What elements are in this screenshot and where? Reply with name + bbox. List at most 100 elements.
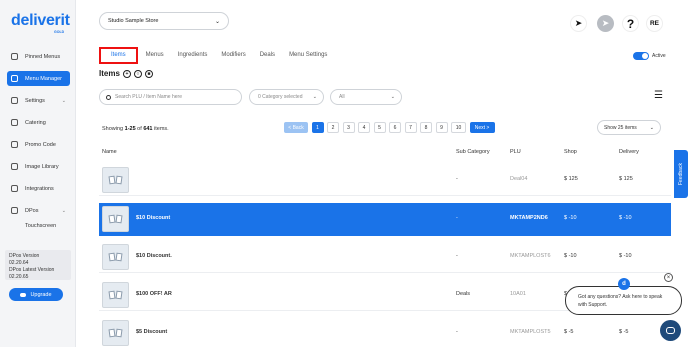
page-button[interactable]: 4 — [358, 122, 370, 133]
item-delivery-price: $ -5 — [619, 329, 629, 335]
item-sub-category: - — [456, 329, 458, 335]
integrations-icon — [11, 185, 18, 192]
chat-icon — [666, 327, 675, 334]
sidebar: deliverit GOLD Pinned Menus Menu Manager… — [0, 0, 76, 347]
summary-prefix: Showing — [102, 126, 125, 132]
upgrade-button[interactable]: Upgrade — [9, 288, 63, 301]
search-item-icon[interactable]: ○ — [133, 69, 142, 78]
catering-icon — [11, 119, 18, 126]
header-sub-category[interactable]: Sub Category — [456, 149, 490, 155]
sidebar-item-image-library[interactable]: Image Library — [7, 159, 70, 174]
pagination: < Back 1 2 3 4 5 6 7 8 9 10 Next > — [284, 122, 498, 133]
tab-deals[interactable]: Deals — [260, 47, 275, 64]
page-button[interactable]: 9 — [435, 122, 448, 133]
add-icon[interactable]: + — [122, 69, 131, 78]
page-button[interactable]: 10 — [451, 122, 466, 133]
tab-ingredients[interactable]: Ingredients — [178, 47, 208, 64]
search-input[interactable]: Search PLU / Item Name here — [99, 89, 242, 105]
back-button[interactable]: < Back — [284, 122, 308, 133]
chat-launcher-button[interactable] — [660, 320, 681, 341]
export-icon[interactable]: ■ — [144, 69, 153, 78]
item-sub-category: - — [456, 253, 458, 259]
sidebar-subitem-touchscreen[interactable]: Touchscreen — [25, 223, 56, 229]
user-avatar[interactable]: RE — [646, 15, 663, 32]
item-thumbnail — [102, 206, 129, 232]
page-button[interactable]: 6 — [389, 122, 401, 133]
sidebar-item-integrations[interactable]: Integrations — [7, 181, 70, 196]
status-value: All — [339, 94, 345, 100]
item-name: $10 Discount. — [136, 253, 172, 259]
header-shop[interactable]: Shop — [564, 149, 577, 155]
question-icon: ? — [626, 16, 635, 31]
user-initials: RE — [649, 20, 660, 27]
pin-icon — [11, 53, 18, 60]
store-selector[interactable]: Studio Sample Store ⌄ — [99, 12, 229, 30]
item-name: $100 OFF! AR — [136, 291, 172, 297]
gear-icon — [11, 97, 18, 104]
page-button[interactable]: 1 — [311, 122, 324, 133]
table-row[interactable]: $10 Discount. - MKTAMPLOST6 $ -10 $ -10 — [99, 241, 671, 273]
tab-modifiers[interactable]: Modifiers — [221, 47, 245, 64]
page-button[interactable]: 2 — [327, 122, 339, 133]
chat-message-line: Got any questions? Ask here to speak — [578, 294, 663, 300]
item-delivery-price: $ -10 — [619, 253, 632, 259]
latest-version-value: 02.20.65 — [9, 274, 29, 280]
feedback-tab[interactable]: Feedback — [674, 150, 688, 198]
item-name: $10 Discount — [136, 215, 171, 221]
tab-bar: Items Menus Ingredients Modifiers Deals … — [99, 47, 341, 64]
page-button[interactable]: 5 — [373, 122, 386, 133]
page-button[interactable]: 8 — [420, 122, 432, 133]
menu-icon — [11, 75, 18, 82]
item-plu: MKTAMPLOST6 — [510, 253, 551, 259]
chevron-down-icon: ⌄ — [312, 94, 317, 100]
search-icon — [106, 94, 111, 100]
version-label: DPos Version — [9, 253, 40, 259]
status-dropdown[interactable]: All ⌄ — [330, 89, 402, 105]
header-name[interactable]: Name — [102, 149, 117, 155]
close-icon[interactable]: × — [664, 273, 673, 282]
category-value: 0 Category selected — [258, 94, 303, 100]
page-size-value: Show 25 items — [604, 124, 637, 131]
item-shop-price: $ -5 — [564, 329, 574, 335]
item-sub-category: - — [456, 176, 458, 182]
logo: deliverit — [11, 12, 70, 29]
sidebar-item-pinned-menus[interactable]: Pinned Menus — [7, 49, 70, 64]
table-row[interactable]: $10 Discount - MKTAMP2ND6 $ -10 $ -10 — [99, 203, 671, 236]
summary-suffix: items. — [152, 126, 169, 132]
item-shop-price: $ -10 — [564, 215, 577, 221]
sidebar-item-promo-code[interactable]: Promo Code — [7, 137, 70, 152]
item-thumbnail — [102, 244, 129, 270]
summary-total: 641 — [143, 126, 153, 132]
page-button[interactable]: 3 — [342, 122, 355, 133]
page-button[interactable]: 7 — [404, 122, 417, 133]
item-thumbnail — [102, 167, 129, 193]
active-toggle[interactable] — [633, 52, 649, 60]
tab-menu-settings[interactable]: Menu Settings — [289, 47, 327, 64]
version-value: 02.20.64 — [9, 260, 29, 266]
item-name: $5 Discount — [136, 329, 168, 335]
launch-button[interactable]: ➤ — [597, 15, 614, 32]
chat-message-bubble[interactable]: Got any questions? Ask here to speak wit… — [565, 286, 682, 315]
table-row[interactable]: $5 Discount - MKTAMPLOST5 $ -5 $ -5 — [99, 317, 671, 347]
category-dropdown[interactable]: 0 Category selected ⌄ — [249, 89, 324, 105]
sidebar-item-label: DPos — [25, 207, 39, 214]
tab-items[interactable]: Items — [99, 47, 138, 64]
filter-icon[interactable]: ☰ — [654, 90, 663, 101]
next-button[interactable]: Next > — [469, 122, 495, 133]
help-button[interactable]: ? — [622, 15, 639, 32]
sidebar-item-catering[interactable]: Catering — [7, 115, 70, 130]
header-plu[interactable]: PLU — [510, 149, 521, 155]
sidebar-item-dpos[interactable]: DPos ⌄ — [7, 203, 70, 218]
search-placeholder: Search PLU / Item Name here — [115, 94, 182, 100]
tab-menus[interactable]: Menus — [146, 47, 164, 64]
item-plu: 10A01 — [510, 291, 526, 297]
item-delivery-price: $ 125 — [619, 176, 633, 182]
sidebar-item-menu-manager[interactable]: Menu Manager — [7, 71, 70, 86]
rocket-button[interactable]: ➤ — [570, 15, 587, 32]
sidebar-item-settings[interactable]: Settings ⌄ — [7, 93, 70, 108]
rocket-icon: ➤ — [601, 18, 610, 28]
table-row[interactable]: - Deal04 $ 125 $ 125 — [99, 164, 671, 196]
sidebar-item-label: Pinned Menus — [25, 53, 61, 60]
page-size-select[interactable]: Show 25 items ⌄ — [597, 120, 661, 135]
header-delivery[interactable]: Delivery — [619, 149, 639, 155]
